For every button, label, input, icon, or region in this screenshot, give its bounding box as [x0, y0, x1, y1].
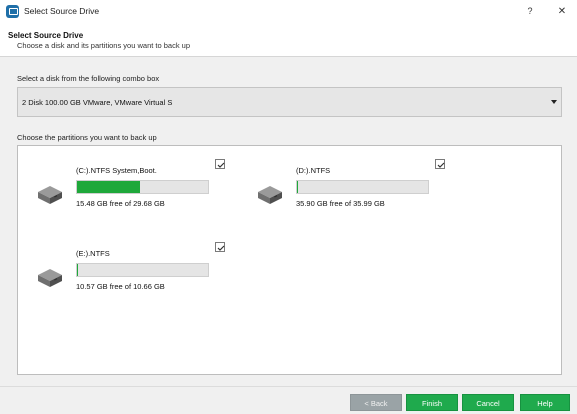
partition-name: (C:).NTFS System,Boot. — [76, 166, 157, 175]
hard-drive-icon — [258, 186, 282, 204]
disk-combo-value: 2 Disk 100.00 GB VMware, VMware Virtual … — [22, 98, 173, 107]
partition-free-space: 10.57 GB free of 10.66 GB — [76, 282, 165, 291]
checkmark-icon — [437, 162, 445, 168]
usage-bar — [76, 180, 209, 194]
usage-bar — [296, 180, 429, 194]
usage-bar-fill — [77, 181, 140, 193]
partition-name: (D:).NTFS — [296, 166, 331, 175]
checkmark-icon — [217, 162, 225, 168]
partition-e[interactable]: (E:).NTFS 10.57 GB free of 10.66 GB — [36, 242, 236, 319]
partition-d[interactable]: (D:).NTFS 35.90 GB free of 35.99 GB — [256, 159, 456, 236]
disk-combo-label: Select a disk from the following combo b… — [17, 74, 160, 83]
partitions-label: Choose the partitions you want to back u… — [17, 133, 157, 142]
partition-free-space: 35.90 GB free of 35.99 GB — [296, 199, 385, 208]
close-button[interactable]: ✕ — [553, 3, 571, 20]
window-title: Select Source Drive — [24, 6, 100, 16]
partition-free-space: 15.48 GB free of 29.68 GB — [76, 199, 165, 208]
hard-drive-icon — [38, 269, 62, 287]
wizard-content: Select a disk from the following combo b… — [0, 56, 577, 386]
partition-c[interactable]: (C:).NTFS System,Boot. 15.48 GB free of … — [36, 159, 236, 236]
usage-bar-fill — [77, 264, 79, 276]
wizard-header: Select Source Drive Choose a disk and it… — [0, 24, 577, 56]
help-title-button[interactable]: ? — [521, 3, 539, 20]
partition-name: (E:).NTFS — [76, 249, 110, 258]
hard-drive-icon — [38, 186, 62, 204]
step-subtitle: Choose a disk and its partitions you wan… — [17, 41, 191, 50]
finish-button[interactable]: Finish — [406, 394, 458, 411]
dropdown-arrow-icon[interactable] — [551, 100, 557, 104]
partition-checkbox[interactable] — [435, 159, 445, 169]
back-button[interactable]: < Back — [350, 394, 402, 411]
usage-bar — [76, 263, 209, 277]
wizard-footer: < Back Finish Cancel Help — [0, 386, 577, 414]
partition-checkbox[interactable] — [215, 242, 225, 252]
help-button[interactable]: Help — [520, 394, 570, 411]
backup-app-icon — [6, 5, 19, 18]
cancel-button[interactable]: Cancel — [462, 394, 514, 411]
partition-checkbox[interactable] — [215, 159, 225, 169]
step-title: Select Source Drive — [8, 31, 84, 40]
title-bar: Select Source Drive ? ✕ — [0, 0, 577, 24]
partitions-list: (C:).NTFS System,Boot. 15.48 GB free of … — [17, 145, 562, 375]
disk-combo-box[interactable]: 2 Disk 100.00 GB VMware, VMware Virtual … — [17, 87, 562, 117]
checkmark-icon — [217, 245, 225, 251]
